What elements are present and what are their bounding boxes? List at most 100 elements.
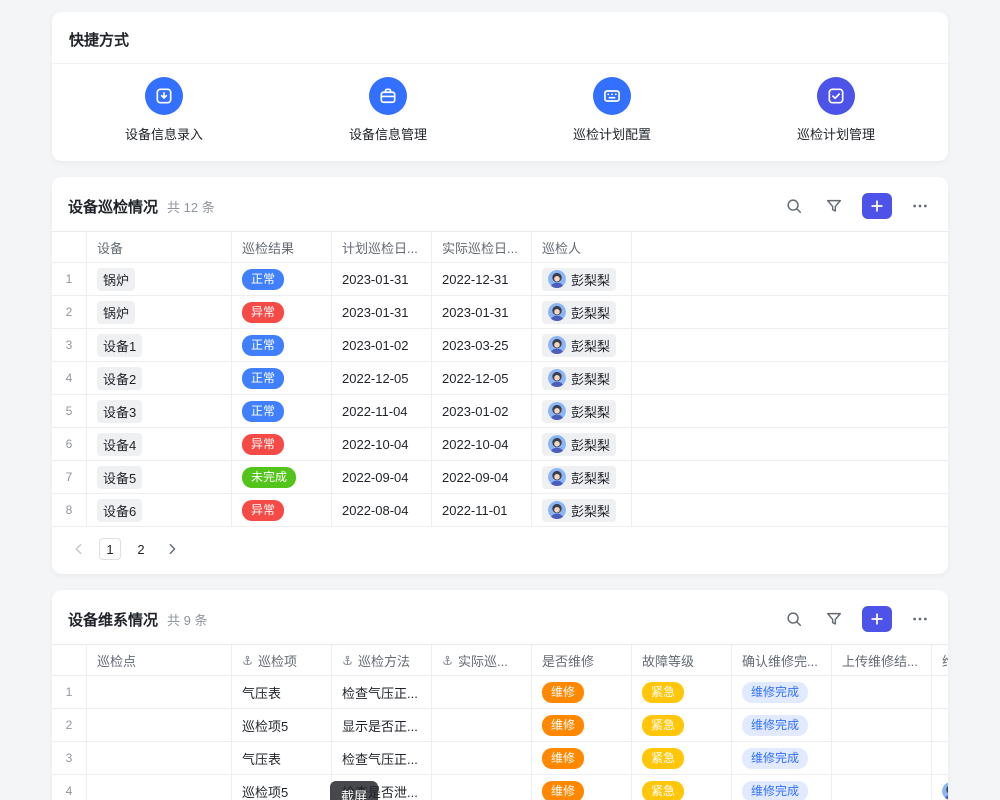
table-row[interactable]: 3 气压表 检查气压正... 维修 紧急 维修完成 [52, 742, 948, 775]
method-cell[interactable]: 显示是否正... [332, 709, 432, 741]
actual-cell[interactable] [432, 742, 532, 774]
repair-cell[interactable]: 维修 [532, 775, 632, 800]
upload-cell[interactable] [832, 709, 932, 741]
confirm-cell[interactable]: 维修完成 [732, 709, 832, 741]
repair-done-button[interactable]: 维修完成 [742, 715, 808, 736]
planned-date-cell[interactable]: 2022-08-04 [332, 494, 432, 526]
filter-icon[interactable] [822, 607, 846, 631]
column-inspector[interactable]: 巡检人 [532, 232, 632, 262]
column-method[interactable]: 巡检方法 [332, 645, 432, 675]
planned-date-cell[interactable]: 2022-11-04 [332, 395, 432, 427]
upload-cell[interactable] [832, 775, 932, 800]
repair-done-button[interactable]: 维修完成 [742, 748, 808, 769]
filter-icon[interactable] [822, 194, 846, 218]
column-item[interactable]: 巡检项 [232, 645, 332, 675]
table-row[interactable]: 5 设备3 正常 2022-11-04 2023-01-02 彭梨梨 [52, 395, 948, 428]
device-cell[interactable]: 设备3 [87, 395, 232, 427]
device-cell[interactable]: 设备5 [87, 461, 232, 493]
column-repair[interactable]: 是否维修 [532, 645, 632, 675]
actual-date-cell[interactable]: 2022-12-05 [432, 362, 532, 394]
method-cell[interactable]: 检查气压正... [332, 676, 432, 708]
extra-cell[interactable] [932, 775, 948, 800]
device-cell[interactable]: 设备6 [87, 494, 232, 526]
prev-page-button[interactable] [68, 538, 90, 560]
shortcut-device-manage[interactable]: 设备信息管理 [276, 77, 500, 143]
actual-date-cell[interactable]: 2022-12-31 [432, 263, 532, 295]
table-row[interactable]: 8 设备6 异常 2022-08-04 2022-11-01 彭梨梨 [52, 494, 948, 527]
level-cell[interactable]: 紧急 [632, 676, 732, 708]
result-cell[interactable]: 异常 [232, 428, 332, 460]
next-page-button[interactable] [161, 538, 183, 560]
point-cell[interactable] [87, 709, 232, 741]
upload-cell[interactable] [832, 676, 932, 708]
item-cell[interactable]: 巡检项5 [232, 775, 332, 800]
planned-date-cell[interactable]: 2022-10-04 [332, 428, 432, 460]
inspector-cell[interactable]: 彭梨梨 [532, 263, 632, 295]
level-cell[interactable]: 紧急 [632, 709, 732, 741]
result-cell[interactable]: 异常 [232, 494, 332, 526]
device-cell[interactable]: 锅炉 [87, 263, 232, 295]
column-extra[interactable]: 维... [932, 645, 948, 675]
shortcut-plan-config[interactable]: 巡检计划配置 [500, 77, 724, 143]
planned-date-cell[interactable]: 2023-01-31 [332, 263, 432, 295]
shortcut-plan-manage[interactable]: 巡检计划管理 [724, 77, 948, 143]
column-actual-date[interactable]: 实际巡检日... [432, 232, 532, 262]
inspector-cell[interactable]: 彭梨梨 [532, 428, 632, 460]
result-cell[interactable]: 异常 [232, 296, 332, 328]
inspector-cell[interactable]: 彭梨梨 [532, 362, 632, 394]
table-row[interactable]: 3 设备1 正常 2023-01-02 2023-03-25 彭梨梨 [52, 329, 948, 362]
repair-cell[interactable]: 维修 [532, 742, 632, 774]
confirm-cell[interactable]: 维修完成 [732, 775, 832, 800]
column-point[interactable]: 巡检点 [87, 645, 232, 675]
actual-cell[interactable] [432, 709, 532, 741]
table-row[interactable]: 4 设备2 正常 2022-12-05 2022-12-05 彭梨梨 [52, 362, 948, 395]
level-cell[interactable]: 紧急 [632, 742, 732, 774]
planned-date-cell[interactable]: 2023-01-02 [332, 329, 432, 361]
point-cell[interactable] [87, 676, 232, 708]
item-cell[interactable]: 巡检项5 [232, 709, 332, 741]
method-cell[interactable]: 检查气压正... [332, 742, 432, 774]
result-cell[interactable]: 正常 [232, 329, 332, 361]
point-cell[interactable] [87, 775, 232, 800]
result-cell[interactable]: 未完成 [232, 461, 332, 493]
actual-date-cell[interactable]: 2022-09-04 [432, 461, 532, 493]
confirm-cell[interactable]: 维修完成 [732, 676, 832, 708]
page-button-2[interactable]: 2 [130, 538, 152, 560]
inspector-cell[interactable]: 彭梨梨 [532, 296, 632, 328]
item-cell[interactable]: 气压表 [232, 742, 332, 774]
repair-done-button[interactable]: 维修完成 [742, 682, 808, 703]
repair-done-button[interactable]: 维修完成 [742, 781, 808, 800]
extra-cell[interactable] [932, 676, 948, 708]
more-icon[interactable] [908, 194, 932, 218]
page-button-1[interactable]: 1 [99, 538, 121, 560]
planned-date-cell[interactable]: 2022-12-05 [332, 362, 432, 394]
column-level[interactable]: 故障等级 [632, 645, 732, 675]
column-result[interactable]: 巡检结果 [232, 232, 332, 262]
extra-cell[interactable] [932, 742, 948, 774]
inspector-cell[interactable]: 彭梨梨 [532, 494, 632, 526]
repair-cell[interactable]: 维修 [532, 709, 632, 741]
search-icon[interactable] [782, 194, 806, 218]
actual-date-cell[interactable]: 2022-11-01 [432, 494, 532, 526]
table-row[interactable]: 2 巡检项5 显示是否正... 维修 紧急 维修完成 [52, 709, 948, 742]
add-record-button[interactable] [862, 193, 892, 219]
device-cell[interactable]: 设备4 [87, 428, 232, 460]
result-cell[interactable]: 正常 [232, 362, 332, 394]
search-icon[interactable] [782, 607, 806, 631]
actual-date-cell[interactable]: 2023-03-25 [432, 329, 532, 361]
extra-cell[interactable] [932, 709, 948, 741]
actual-cell[interactable] [432, 676, 532, 708]
table-row[interactable]: 1 气压表 检查气压正... 维修 紧急 维修完成 [52, 676, 948, 709]
actual-date-cell[interactable]: 2023-01-02 [432, 395, 532, 427]
upload-cell[interactable] [832, 742, 932, 774]
device-cell[interactable]: 设备2 [87, 362, 232, 394]
table-row[interactable]: 1 锅炉 正常 2023-01-31 2022-12-31 彭梨梨 [52, 263, 948, 296]
add-record-button[interactable] [862, 606, 892, 632]
result-cell[interactable]: 正常 [232, 395, 332, 427]
table-row[interactable]: 6 设备4 异常 2022-10-04 2022-10-04 彭梨梨 [52, 428, 948, 461]
actual-cell[interactable] [432, 775, 532, 800]
result-cell[interactable]: 正常 [232, 263, 332, 295]
column-upload[interactable]: 上传维修结... [832, 645, 932, 675]
shortcut-device-entry[interactable]: 设备信息录入 [52, 77, 276, 143]
table-row[interactable]: 4 巡检项5 检查是否泄... 维修 紧急 维修完成 [52, 775, 948, 800]
